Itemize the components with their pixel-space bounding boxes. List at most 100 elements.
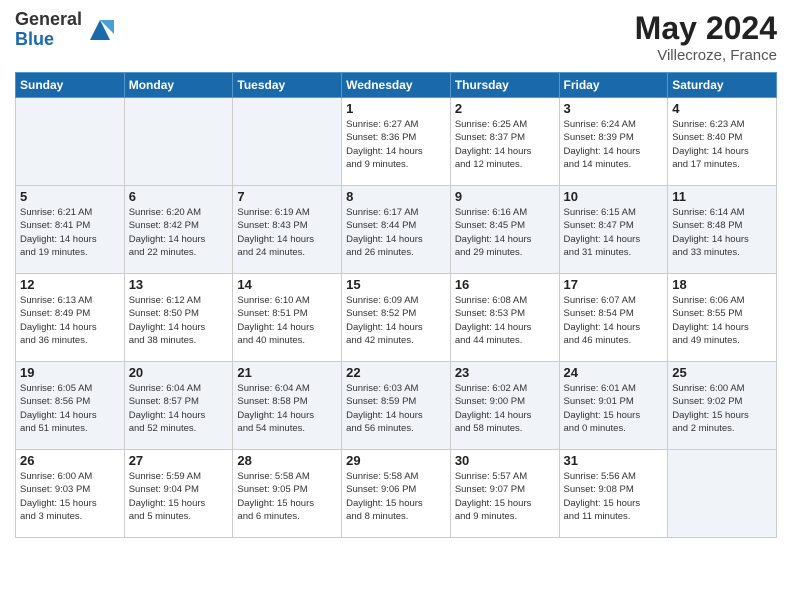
calendar-cell — [233, 98, 342, 186]
calendar-week-1: 1Sunrise: 6:27 AMSunset: 8:36 PMDaylight… — [16, 98, 777, 186]
day-info: Sunrise: 6:16 AMSunset: 8:45 PMDaylight:… — [455, 206, 555, 259]
day-number: 29 — [346, 453, 446, 468]
calendar-cell: 20 Sunrise: 6:04 AMSunset: 8:57 PMDayligh… — [124, 362, 233, 450]
day-number: 24 — [564, 365, 664, 380]
calendar-cell: 2 Sunrise: 6:25 AMSunset: 8:37 PMDaylight… — [450, 98, 559, 186]
day-number: 23 — [455, 365, 555, 380]
day-number: 16 — [455, 277, 555, 292]
day-info: Sunrise: 6:07 AMSunset: 8:54 PMDaylight:… — [564, 294, 664, 347]
calendar-cell: 5 Sunrise: 6:21 AMSunset: 8:41 PMDaylight… — [16, 186, 125, 274]
day-info: Sunrise: 6:00 AMSunset: 9:03 PMDaylight:… — [20, 470, 120, 523]
header: General Blue May 2024 Villecroze, France — [15, 10, 777, 64]
day-number: 9 — [455, 189, 555, 204]
calendar-body: 1Sunrise: 6:27 AMSunset: 8:36 PMDaylight… — [16, 98, 777, 538]
calendar-cell: 21 Sunrise: 6:04 AMSunset: 8:58 PMDayligh… — [233, 362, 342, 450]
header-row: Sunday Monday Tuesday Wednesday Thursday… — [16, 73, 777, 98]
day-info: Sunrise: 6:01 AMSunset: 9:01 PMDaylight:… — [564, 382, 664, 435]
col-monday: Monday — [124, 73, 233, 98]
calendar-cell: 14 Sunrise: 6:10 AMSunset: 8:51 PMDayligh… — [233, 274, 342, 362]
day-number: 22 — [346, 365, 446, 380]
day-number: 8 — [346, 189, 446, 204]
calendar-cell: 24 Sunrise: 6:01 AMSunset: 9:01 PMDayligh… — [559, 362, 668, 450]
day-number: 12 — [20, 277, 120, 292]
col-tuesday: Tuesday — [233, 73, 342, 98]
day-info: Sunrise: 6:00 AMSunset: 9:02 PMDaylight:… — [672, 382, 772, 435]
day-info: Sunrise: 6:25 AMSunset: 8:37 PMDaylight:… — [455, 118, 555, 171]
col-thursday: Thursday — [450, 73, 559, 98]
day-number: 10 — [564, 189, 664, 204]
day-info: Sunrise: 6:20 AMSunset: 8:42 PMDaylight:… — [129, 206, 229, 259]
col-wednesday: Wednesday — [342, 73, 451, 98]
calendar-cell: 25 Sunrise: 6:00 AMSunset: 9:02 PMDayligh… — [668, 362, 777, 450]
calendar-cell: 11 Sunrise: 6:14 AMSunset: 8:48 PMDayligh… — [668, 186, 777, 274]
day-number: 6 — [129, 189, 229, 204]
day-number: 19 — [20, 365, 120, 380]
day-info: Sunrise: 5:58 AMSunset: 9:05 PMDaylight:… — [237, 470, 337, 523]
day-number: 3 — [564, 101, 664, 116]
calendar-cell: 16Sunrise: 6:08 AMSunset: 8:53 PMDayligh… — [450, 274, 559, 362]
day-number: 20 — [129, 365, 229, 380]
day-info: Sunrise: 6:04 AMSunset: 8:57 PMDaylight:… — [129, 382, 229, 435]
calendar-cell: 19 Sunrise: 6:05 AMSunset: 8:56 PMDayligh… — [16, 362, 125, 450]
calendar-cell — [668, 450, 777, 538]
calendar-week-5: 26 Sunrise: 6:00 AMSunset: 9:03 PMDayligh… — [16, 450, 777, 538]
calendar-cell: 30Sunrise: 5:57 AMSunset: 9:07 PMDayligh… — [450, 450, 559, 538]
page: General Blue May 2024 Villecroze, France… — [0, 0, 792, 612]
day-number: 31 — [564, 453, 664, 468]
calendar-cell: 31 Sunrise: 5:56 AMSunset: 9:08 PMDayligh… — [559, 450, 668, 538]
day-info: Sunrise: 6:14 AMSunset: 8:48 PMDaylight:… — [672, 206, 772, 259]
calendar-cell: 27Sunrise: 5:59 AMSunset: 9:04 PMDayligh… — [124, 450, 233, 538]
day-number: 21 — [237, 365, 337, 380]
calendar-cell — [124, 98, 233, 186]
day-info: Sunrise: 6:06 AMSunset: 8:55 PMDaylight:… — [672, 294, 772, 347]
calendar-cell: 28Sunrise: 5:58 AMSunset: 9:05 PMDayligh… — [233, 450, 342, 538]
logo-blue: Blue — [15, 30, 82, 50]
calendar-header: Sunday Monday Tuesday Wednesday Thursday… — [16, 73, 777, 98]
logo-text: General Blue — [15, 10, 82, 50]
day-number: 27 — [129, 453, 229, 468]
calendar-cell: 23 Sunrise: 6:02 AMSunset: 9:00 PMDayligh… — [450, 362, 559, 450]
calendar: Sunday Monday Tuesday Wednesday Thursday… — [15, 72, 777, 538]
calendar-cell: 26 Sunrise: 6:00 AMSunset: 9:03 PMDayligh… — [16, 450, 125, 538]
calendar-week-3: 12Sunrise: 6:13 AMSunset: 8:49 PMDayligh… — [16, 274, 777, 362]
day-number: 17 — [564, 277, 664, 292]
calendar-cell: 4 Sunrise: 6:23 AMSunset: 8:40 PMDaylight… — [668, 98, 777, 186]
day-number: 15 — [346, 277, 446, 292]
day-number: 5 — [20, 189, 120, 204]
day-info: Sunrise: 6:03 AMSunset: 8:59 PMDaylight:… — [346, 382, 446, 435]
day-info: Sunrise: 6:12 AMSunset: 8:50 PMDaylight:… — [129, 294, 229, 347]
day-number: 11 — [672, 189, 772, 204]
day-number: 13 — [129, 277, 229, 292]
calendar-cell: 6 Sunrise: 6:20 AMSunset: 8:42 PMDaylight… — [124, 186, 233, 274]
calendar-week-4: 19 Sunrise: 6:05 AMSunset: 8:56 PMDayligh… — [16, 362, 777, 450]
day-info: Sunrise: 5:57 AMSunset: 9:07 PMDaylight:… — [455, 470, 555, 523]
location: Villecroze, France — [635, 47, 777, 64]
day-info: Sunrise: 6:27 AMSunset: 8:36 PMDaylight:… — [346, 118, 446, 171]
calendar-cell: 8 Sunrise: 6:17 AMSunset: 8:44 PMDaylight… — [342, 186, 451, 274]
day-info: Sunrise: 6:05 AMSunset: 8:56 PMDaylight:… — [20, 382, 120, 435]
calendar-cell: 22 Sunrise: 6:03 AMSunset: 8:59 PMDayligh… — [342, 362, 451, 450]
day-number: 25 — [672, 365, 772, 380]
day-info: Sunrise: 5:56 AMSunset: 9:08 PMDaylight:… — [564, 470, 664, 523]
calendar-cell — [16, 98, 125, 186]
day-info: Sunrise: 6:10 AMSunset: 8:51 PMDaylight:… — [237, 294, 337, 347]
day-info: Sunrise: 6:21 AMSunset: 8:41 PMDaylight:… — [20, 206, 120, 259]
day-info: Sunrise: 5:58 AMSunset: 9:06 PMDaylight:… — [346, 470, 446, 523]
day-info: Sunrise: 6:17 AMSunset: 8:44 PMDaylight:… — [346, 206, 446, 259]
calendar-cell: 29 Sunrise: 5:58 AMSunset: 9:06 PMDayligh… — [342, 450, 451, 538]
day-number: 4 — [672, 101, 772, 116]
calendar-cell: 1Sunrise: 6:27 AMSunset: 8:36 PMDaylight… — [342, 98, 451, 186]
calendar-cell: 7Sunrise: 6:19 AMSunset: 8:43 PMDaylight… — [233, 186, 342, 274]
day-number: 26 — [20, 453, 120, 468]
day-number: 2 — [455, 101, 555, 116]
logo-general: General — [15, 10, 82, 30]
day-info: Sunrise: 6:09 AMSunset: 8:52 PMDaylight:… — [346, 294, 446, 347]
day-info: Sunrise: 6:23 AMSunset: 8:40 PMDaylight:… — [672, 118, 772, 171]
day-info: Sunrise: 6:24 AMSunset: 8:39 PMDaylight:… — [564, 118, 664, 171]
day-number: 7 — [237, 189, 337, 204]
day-number: 14 — [237, 277, 337, 292]
calendar-cell: 18Sunrise: 6:06 AMSunset: 8:55 PMDayligh… — [668, 274, 777, 362]
day-info: Sunrise: 6:04 AMSunset: 8:58 PMDaylight:… — [237, 382, 337, 435]
calendar-cell: 10Sunrise: 6:15 AMSunset: 8:47 PMDayligh… — [559, 186, 668, 274]
day-info: Sunrise: 6:02 AMSunset: 9:00 PMDaylight:… — [455, 382, 555, 435]
